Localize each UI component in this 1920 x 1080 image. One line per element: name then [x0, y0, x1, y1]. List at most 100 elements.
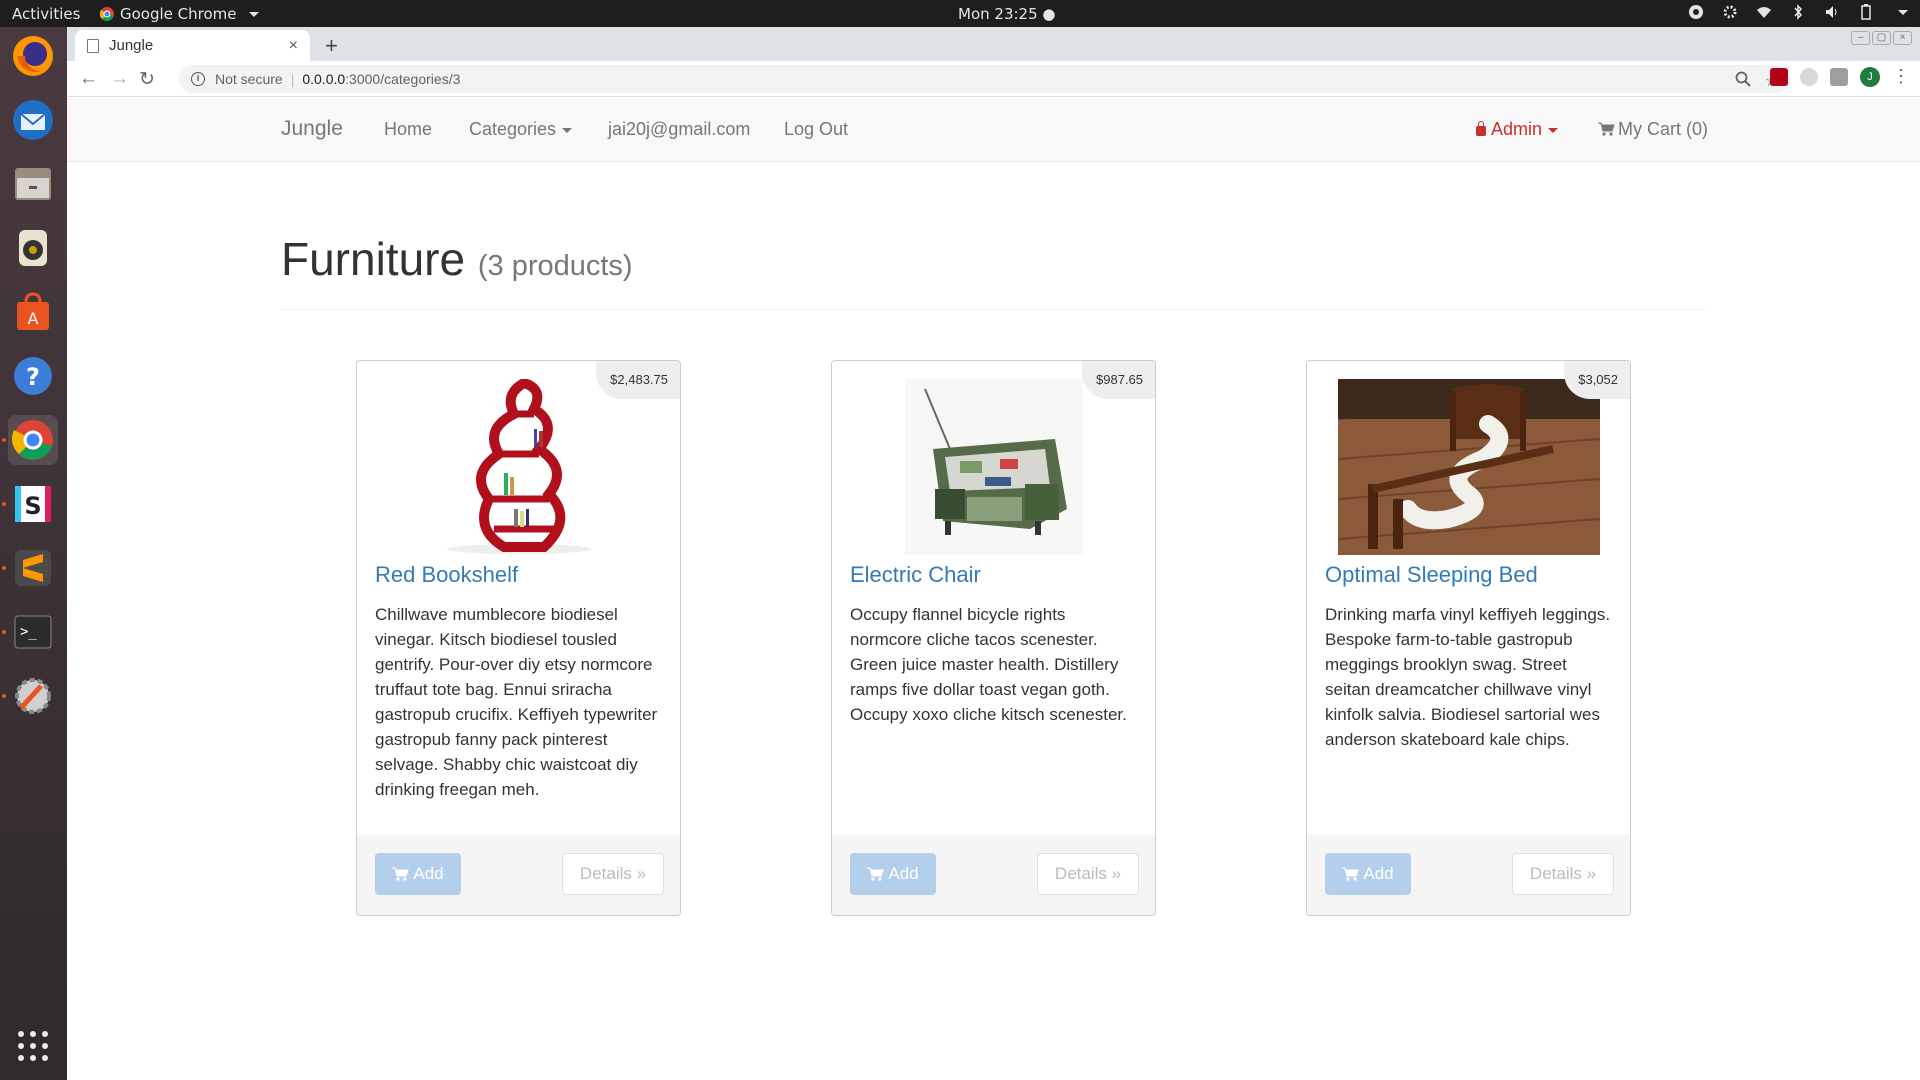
info-icon[interactable]: i — [191, 72, 205, 86]
settings-icon — [1723, 5, 1737, 19]
chevron-down-icon — [1898, 9, 1908, 15]
profile-avatar[interactable]: J — [1860, 66, 1880, 87]
add-to-cart-button[interactable]: Add — [375, 853, 461, 895]
cart-icon — [867, 867, 885, 881]
cart-icon — [392, 867, 410, 881]
window-controls: – ▢ × — [1851, 31, 1912, 45]
svg-text:>_: >_ — [20, 624, 37, 640]
clock[interactable]: Mon 23:25 ● — [958, 5, 1055, 23]
running-indicator — [2, 630, 6, 634]
category-title: Furniture — [281, 233, 466, 285]
dock-software-center[interactable]: A — [8, 287, 58, 337]
forward-arrow-icon[interactable]: → — [110, 68, 129, 90]
running-indicator — [2, 694, 6, 698]
tab-jungle[interactable]: Jungle × — [75, 30, 310, 61]
dock-chrome[interactable] — [8, 415, 58, 465]
cart-icon — [1342, 867, 1360, 881]
nav-categories-label: Categories — [469, 119, 557, 139]
volume-icon — [1826, 6, 1837, 18]
back-arrow-icon[interactable]: ← — [79, 68, 98, 90]
app-grid-icon — [18, 1031, 48, 1061]
svg-text:?: ? — [26, 363, 40, 391]
firefox-icon — [13, 36, 53, 76]
minimize-button[interactable]: – — [1851, 31, 1870, 45]
nav-categories-dropdown[interactable]: Categories — [469, 119, 573, 140]
lock-icon — [1476, 121, 1486, 136]
extension-icon[interactable] — [1800, 67, 1818, 86]
show-applications-button[interactable] — [8, 1021, 58, 1071]
dock-help[interactable]: ? — [8, 351, 58, 401]
dock-files[interactable] — [8, 159, 58, 209]
activities-button[interactable]: Activities — [12, 5, 80, 23]
url-host[interactable]: 0.0.0.0 — [302, 71, 345, 87]
product-image[interactable] — [1325, 379, 1613, 555]
add-label: Add — [413, 864, 444, 883]
product-count: (3 products) — [477, 250, 633, 282]
dock-sublime[interactable] — [8, 543, 58, 593]
brand-link[interactable]: Jungle — [281, 117, 343, 141]
nav-home[interactable]: Home — [384, 119, 432, 140]
product-image[interactable] — [850, 379, 1138, 555]
add-to-cart-button[interactable]: Add — [850, 853, 936, 895]
security-label[interactable]: Not secure — [215, 71, 283, 87]
reload-icon[interactable]: ↻ — [139, 68, 155, 91]
running-indicator — [2, 502, 6, 506]
close-window-button[interactable]: × — [1893, 31, 1912, 45]
browser-toolbar: ← → ↻ i Not secure | 0.0.0.0 :3000/categ… — [67, 61, 1920, 97]
url-divider: | — [290, 71, 295, 87]
sleeping-bed-image — [1338, 379, 1600, 555]
product-title[interactable]: Red Bookshelf — [375, 562, 518, 588]
electric-chair-image — [905, 379, 1083, 555]
shopping-bag-icon: A — [17, 292, 49, 330]
product-description: Occupy flannel bicycle rights normcore c… — [850, 605, 1127, 724]
details-button[interactable]: Details » — [1512, 853, 1614, 895]
product-title[interactable]: Optimal Sleeping Bed — [1325, 562, 1538, 588]
svg-text:S: S — [24, 492, 41, 520]
nav-user-email[interactable]: jai20j@gmail.com — [608, 119, 750, 140]
url-path[interactable]: :3000/categories/3 — [345, 71, 460, 87]
page-icon — [87, 38, 99, 53]
more-menu-icon[interactable]: ⋮ — [1892, 66, 1910, 87]
web-page: Jungle Home Categories jai20j@gmail.com … — [67, 98, 1920, 1080]
extension-icon[interactable] — [1830, 67, 1848, 86]
speaker-icon — [19, 230, 47, 266]
app-name: Google Chrome — [120, 5, 237, 23]
details-button[interactable]: Details » — [1037, 853, 1139, 895]
nav-admin-dropdown[interactable]: Admin — [1476, 119, 1559, 140]
dock-terminal[interactable]: >_ — [8, 607, 58, 657]
dock-rhythmbox[interactable] — [8, 223, 58, 273]
ublock-icon[interactable] — [1770, 67, 1788, 86]
site-navbar: Jungle Home Categories jai20j@gmail.com … — [67, 98, 1920, 162]
chevron-down-icon — [248, 11, 259, 17]
dock-firefox[interactable] — [8, 31, 58, 81]
chevron-down-icon — [562, 127, 573, 133]
svg-text:A: A — [28, 309, 39, 328]
slack-icon: S — [15, 486, 51, 522]
price-badge: $2,483.75 — [596, 361, 680, 399]
system-tray[interactable] — [1688, 4, 1908, 20]
product-title[interactable]: Electric Chair — [850, 562, 981, 588]
zoom-icon[interactable] — [1735, 71, 1751, 87]
nav-logout[interactable]: Log Out — [784, 119, 848, 140]
tab-close-button[interactable]: × — [289, 37, 298, 55]
thunderbird-icon — [13, 100, 53, 140]
nav-cart[interactable]: My Cart (0) — [1598, 119, 1708, 140]
product-card: $2,483.75 Red Bookshelf Chillwave mumble… — [356, 360, 681, 916]
dock-system-tools[interactable] — [8, 671, 58, 721]
maximize-button[interactable]: ▢ — [1872, 31, 1891, 45]
add-to-cart-button[interactable]: Add — [1325, 853, 1411, 895]
new-tab-button[interactable]: + — [325, 33, 338, 59]
product-image[interactable] — [375, 379, 663, 555]
system-top-bar: Activities Google Chrome Mon 23:25 ● — [0, 0, 1920, 27]
details-button[interactable]: Details » — [562, 853, 664, 895]
address-bar[interactable]: i Not secure | 0.0.0.0 :3000/categories/… — [179, 65, 1791, 93]
files-icon — [15, 168, 51, 200]
browser-window: Jungle × + – ▢ × ← → ↻ i Not secure | 0.… — [67, 27, 1920, 1080]
card-footer: Add Details » — [832, 835, 1155, 915]
bluetooth-icon — [1794, 4, 1803, 20]
price-badge: $987.65 — [1082, 361, 1155, 399]
dock-thunderbird[interactable] — [8, 95, 58, 145]
app-menu[interactable]: Google Chrome — [100, 5, 259, 23]
dock-slack[interactable]: S — [8, 479, 58, 529]
add-label: Add — [888, 864, 919, 883]
